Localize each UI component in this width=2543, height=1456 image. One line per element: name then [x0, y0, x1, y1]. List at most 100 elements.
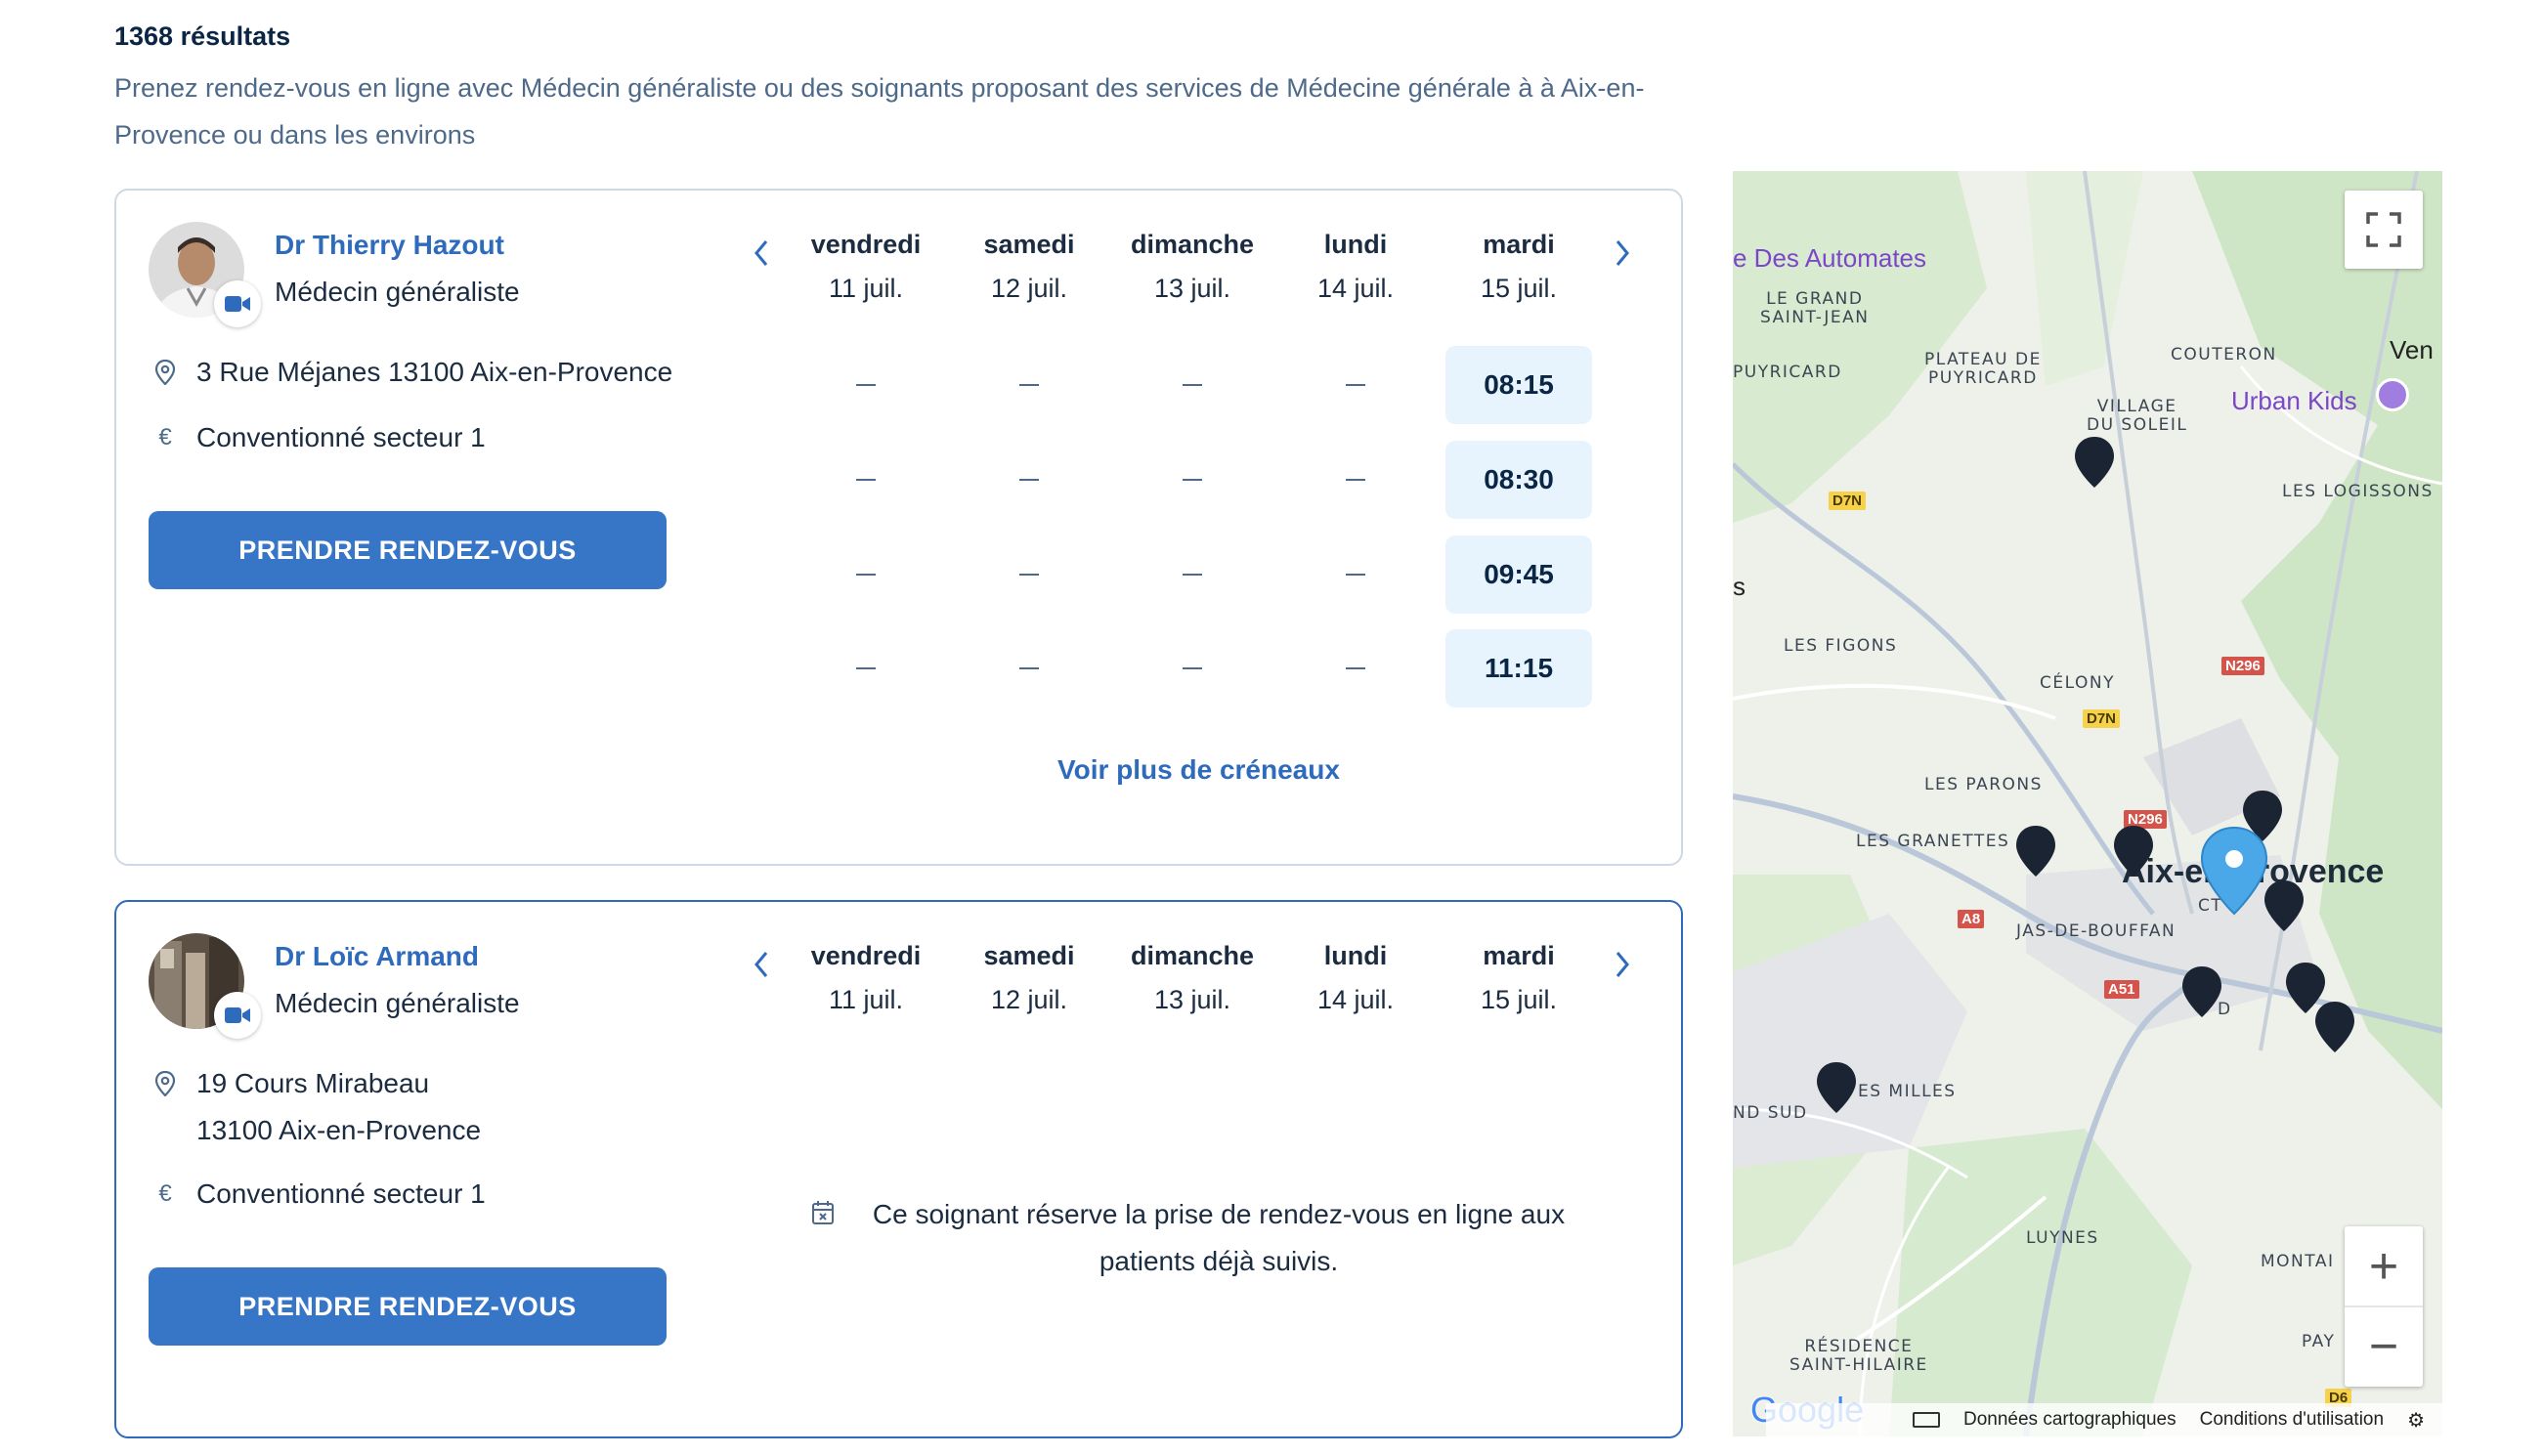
day-date: 15 juil.: [1480, 985, 1558, 1014]
no-slot-dash: [1346, 384, 1365, 386]
no-slot-dash: [856, 384, 876, 386]
no-slot-dash: [856, 574, 876, 576]
road-shield: A51: [2104, 980, 2139, 999]
map-marker-icon[interactable]: [2180, 964, 2223, 1019]
day-column-header: samedi 12 juil.: [951, 941, 1107, 1015]
poi-icon[interactable]: [2376, 378, 2409, 411]
day-name: vendredi: [810, 941, 922, 970]
map-label: MONTAI: [2261, 1252, 2335, 1271]
more-slots-link[interactable]: Voir plus de créneaux: [1057, 754, 1340, 786]
map-label: LUYNES: [2026, 1228, 2099, 1248]
day-date: 11 juil.: [828, 985, 904, 1014]
map-label: PAY: [2302, 1332, 2336, 1351]
day-column-header: vendredi 11 juil.: [788, 941, 944, 1015]
location-pin-icon: [151, 1069, 180, 1098]
map-marker-icon[interactable]: [2263, 878, 2306, 933]
day-name: vendredi: [810, 230, 922, 259]
map-label: JAS-DE-BOUFFAN: [2016, 921, 2177, 941]
doctor-card: Dr Loïc Armand Médecin généraliste 19 Co…: [114, 900, 1683, 1438]
day-name: dimanche: [1130, 941, 1255, 970]
zoom-in-button[interactable]: +: [2345, 1227, 2423, 1307]
no-slot-dash: [1019, 479, 1039, 481]
map-label: VILLAGE DU SOLEIL: [2087, 397, 2188, 435]
chevron-left-icon: [754, 240, 768, 266]
time-slot-button[interactable]: 08:15: [1445, 346, 1592, 424]
zoom-out-button[interactable]: −: [2345, 1307, 2423, 1386]
convention-sector: Conventionné secteur 1: [196, 422, 486, 452]
euro-icon: €: [158, 1180, 172, 1207]
doctor-card: Dr Thierry Hazout Médecin généraliste 3 …: [114, 189, 1683, 866]
day-date: 14 juil.: [1316, 274, 1395, 303]
video-camera-icon: [225, 296, 250, 312]
doctor-address-line2: 13100 Aix-en-Provence: [196, 1115, 482, 1145]
day-name: mardi: [1483, 941, 1555, 970]
report-issue-icon[interactable]: ⚙: [2407, 1408, 2425, 1433]
map-marker-icon[interactable]: [2073, 435, 2116, 490]
map-terms-link[interactable]: Conditions d'utilisation: [2200, 1409, 2384, 1431]
map-label: PUYRICARD: [1733, 363, 1842, 382]
doctor-specialty: Médecin généraliste: [275, 988, 520, 1018]
prev-days-arrow[interactable]: [744, 947, 779, 982]
chevron-left-icon: [754, 952, 768, 977]
next-days-arrow[interactable]: [1605, 947, 1640, 982]
time-slot-button[interactable]: 08:30: [1445, 441, 1592, 519]
calendar-blocked-icon: [811, 1200, 835, 1230]
day-column-header: samedi 12 juil.: [951, 230, 1107, 304]
convention-sector: Conventionné secteur 1: [196, 1178, 486, 1209]
doctor-name-link[interactable]: Dr Loïc Armand: [275, 941, 479, 972]
map-label: Ven: [2390, 335, 2434, 364]
road-shield: A8: [1958, 910, 1985, 928]
time-slot-button[interactable]: 09:45: [1445, 535, 1592, 614]
map-label: Urban Kids: [2231, 386, 2357, 415]
day-name: lundi: [1323, 230, 1388, 259]
keyboard-icon[interactable]: [1913, 1412, 1940, 1428]
map-label: LES LOGISSONS: [2282, 482, 2434, 501]
doctor-address-line1: 19 Cours Mirabeau: [196, 1068, 430, 1098]
day-column-header: mardi 15 juil.: [1441, 230, 1597, 304]
results-intro: Prenez rendez-vous en ligne avec Médecin…: [114, 73, 1645, 150]
day-column-header: lundi 14 juil.: [1277, 230, 1434, 304]
no-slot-dash: [856, 479, 876, 481]
day-date: 11 juil.: [828, 274, 904, 303]
no-slot-dash: [1019, 384, 1039, 386]
next-days-arrow[interactable]: [1605, 236, 1640, 271]
map-marker-icon[interactable]: [2014, 824, 2057, 878]
no-slot-dash: [1183, 667, 1202, 669]
doctor-name-link[interactable]: Dr Thierry Hazout: [275, 230, 504, 261]
no-slot-dash: [1346, 479, 1365, 481]
no-slot-dash: [1346, 667, 1365, 669]
day-name: lundi: [1323, 941, 1388, 970]
map-label: PLATEAU DE PUYRICARD: [1924, 350, 2042, 388]
zoom-control: + −: [2345, 1226, 2423, 1387]
book-appointment-button[interactable]: PRENDRE RENDEZ-VOUS: [149, 511, 667, 589]
day-date: 12 juil.: [990, 274, 1068, 303]
no-slot-dash: [1183, 574, 1202, 576]
map-attribution-bar: Données cartographiques Conditions d'uti…: [1766, 1403, 2442, 1436]
video-camera-icon: [225, 1007, 250, 1023]
prev-days-arrow[interactable]: [744, 236, 779, 271]
no-slot-dash: [1346, 574, 1365, 576]
map-label: LE GRAND SAINT-JEAN: [1760, 289, 1870, 327]
euro-icon: €: [158, 424, 172, 450]
map-marker-icon[interactable]: [2313, 1000, 2356, 1054]
map-label: CÉLONY: [2040, 673, 2115, 693]
map-label: LES FIGONS: [1784, 636, 1898, 656]
video-consult-badge: [214, 280, 261, 327]
day-date: 13 juil.: [1153, 985, 1231, 1014]
fullscreen-button[interactable]: [2345, 191, 2423, 269]
map-label: ND SUD: [1733, 1103, 1808, 1123]
selected-map-marker-icon[interactable]: [2200, 826, 2268, 916]
map-label: RÉSIDENCE SAINT-HILAIRE: [1789, 1337, 1928, 1375]
time-slot-button[interactable]: 11:15: [1445, 629, 1592, 707]
results-map[interactable]: e Des Automates LE GRAND SAINT-JEAN PLAT…: [1733, 171, 2442, 1436]
map-marker-icon[interactable]: [1815, 1060, 1858, 1115]
map-data-attribution[interactable]: Données cartographiques: [1963, 1409, 2177, 1431]
road-shield: N296: [2221, 657, 2264, 675]
book-appointment-button[interactable]: PRENDRE RENDEZ-VOUS: [149, 1267, 667, 1346]
results-count: 1368 résultats: [114, 21, 291, 51]
chevron-right-icon: [1616, 952, 1629, 977]
day-name: samedi: [983, 941, 1075, 970]
day-name: mardi: [1483, 230, 1555, 259]
map-marker-icon[interactable]: [2112, 824, 2155, 878]
day-name: dimanche: [1130, 230, 1255, 259]
